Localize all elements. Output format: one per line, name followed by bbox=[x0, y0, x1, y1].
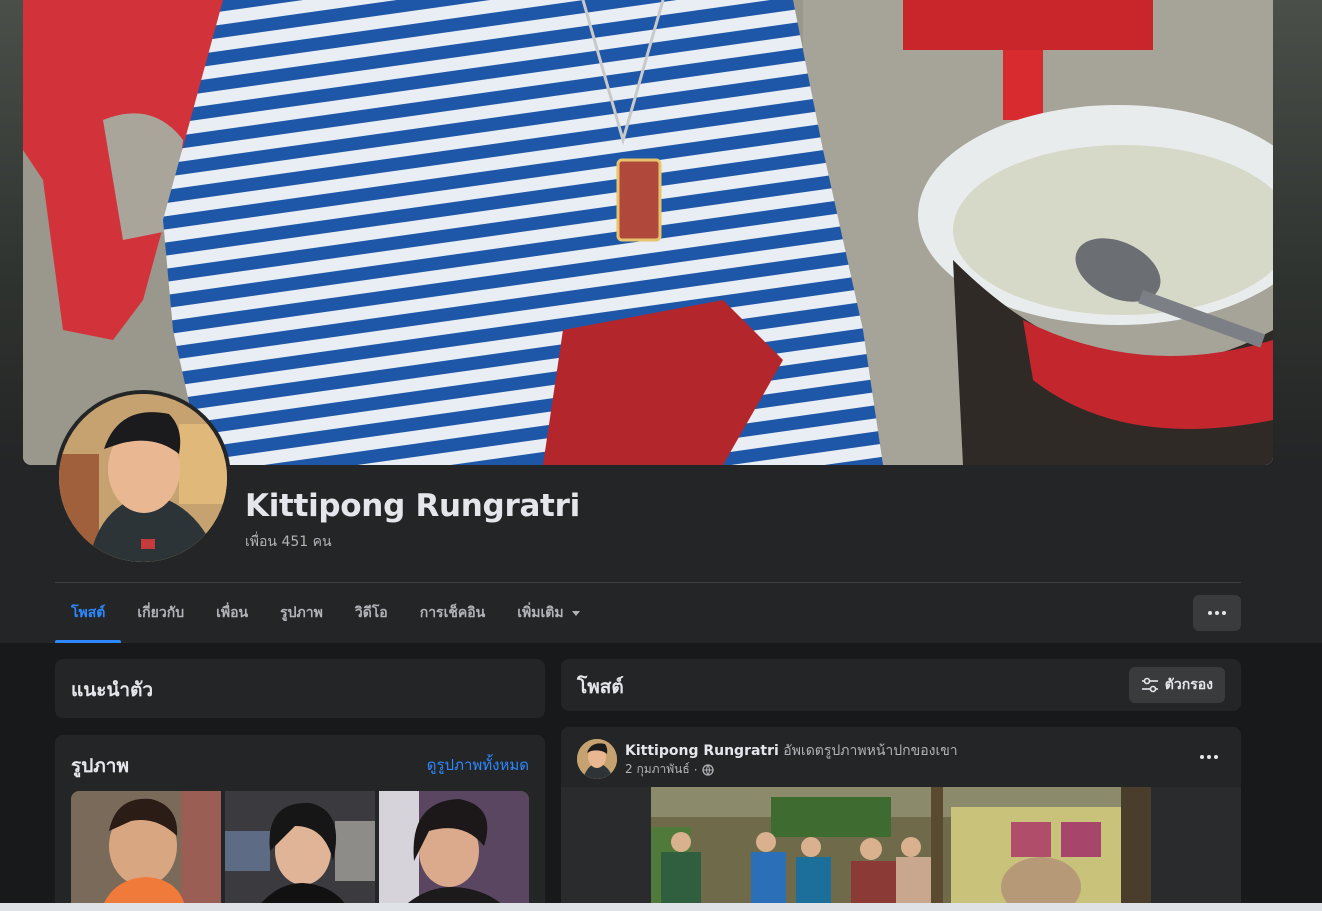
posts-header-card: โพสต์ ตัวกรอง bbox=[561, 659, 1241, 711]
tab-friends[interactable]: เพื่อน bbox=[200, 583, 264, 643]
tab-label: เพื่อน bbox=[216, 605, 249, 621]
tab-posts[interactable]: โพสต์ bbox=[55, 583, 122, 643]
tab-checkins[interactable]: การเช็คอิน bbox=[404, 583, 502, 643]
tab-photos[interactable]: รูปภาพ bbox=[264, 583, 339, 643]
browser-bottom-edge bbox=[0, 903, 1322, 911]
filter-icon bbox=[1141, 677, 1158, 693]
post-action-text: อัพเดตรูปภาพหน้าปกของเขา bbox=[783, 743, 958, 759]
more-dots-icon bbox=[1208, 611, 1226, 615]
see-all-photos-link[interactable]: ดูรูปภาพทั้งหมด bbox=[427, 753, 529, 777]
caret-down-icon bbox=[571, 610, 580, 616]
post-photo[interactable] bbox=[651, 787, 1151, 911]
posts-title: โพสต์ bbox=[577, 676, 624, 698]
post-meta: 2 กุมภาพันธ์ · bbox=[625, 760, 714, 779]
profile-tabs: โพสต์ เกี่ยวกับ เพื่อน รูปภาพ วิดีโอ การ… bbox=[55, 583, 596, 643]
photo-thumbnail[interactable] bbox=[225, 791, 375, 911]
meta-separator: · bbox=[693, 762, 698, 777]
tab-more[interactable]: เพิ่มเติม bbox=[501, 583, 595, 643]
photo-thumbnail[interactable] bbox=[71, 791, 221, 911]
intro-title: แนะนำตัว bbox=[71, 679, 154, 701]
profile-header: Kittipong Rungratri เพื่อน 451 คน โพสต์ … bbox=[0, 0, 1322, 643]
tab-label: เกี่ยวกับ bbox=[137, 605, 185, 621]
photo-grid bbox=[71, 791, 529, 911]
post-card: Kittipong Rungratri อัพเดตรูปภาพหน้าปกขอ… bbox=[561, 727, 1241, 911]
profile-name: Kittipong Rungratri bbox=[245, 488, 580, 524]
cover-photo[interactable] bbox=[23, 0, 1273, 465]
tab-label: วิดีโอ bbox=[354, 605, 388, 621]
filter-label: ตัวกรอง bbox=[1164, 677, 1213, 693]
tab-label: การเช็คอิน bbox=[419, 605, 486, 621]
tab-label: เพิ่มเติม bbox=[517, 605, 564, 621]
profile-more-options-button[interactable] bbox=[1193, 595, 1241, 631]
post-author-name[interactable]: Kittipong Rungratri bbox=[625, 743, 779, 759]
post-media bbox=[561, 787, 1241, 911]
cover-area bbox=[0, 0, 1322, 466]
tab-about[interactable]: เกี่ยวกับ bbox=[121, 583, 200, 643]
tab-videos[interactable]: วิดีโอ bbox=[339, 583, 404, 643]
intro-card: แนะนำตัว bbox=[55, 659, 545, 718]
profile-page: Kittipong Rungratri เพื่อน 451 คน โพสต์ … bbox=[0, 0, 1322, 911]
photo-thumbnail[interactable] bbox=[379, 791, 529, 911]
profile-avatar[interactable] bbox=[55, 390, 231, 566]
tab-label: โพสต์ bbox=[71, 605, 106, 621]
post-options-button[interactable] bbox=[1191, 743, 1227, 771]
photos-card: รูปภาพ ดูรูปภาพทั้งหมด bbox=[55, 735, 545, 911]
post-header-text: Kittipong Rungratri อัพเดตรูปภาพหน้าปกขอ… bbox=[625, 740, 958, 762]
filter-button[interactable]: ตัวกรอง bbox=[1128, 667, 1225, 703]
more-dots-icon bbox=[1200, 755, 1218, 759]
post-date[interactable]: 2 กุมภาพันธ์ bbox=[625, 760, 690, 779]
post-author-avatar[interactable] bbox=[577, 739, 617, 779]
tab-label: รูปภาพ bbox=[280, 605, 323, 621]
photos-title: รูปภาพ bbox=[71, 755, 129, 777]
globe-icon bbox=[701, 763, 714, 776]
friends-count[interactable]: เพื่อน 451 คน bbox=[245, 531, 332, 553]
